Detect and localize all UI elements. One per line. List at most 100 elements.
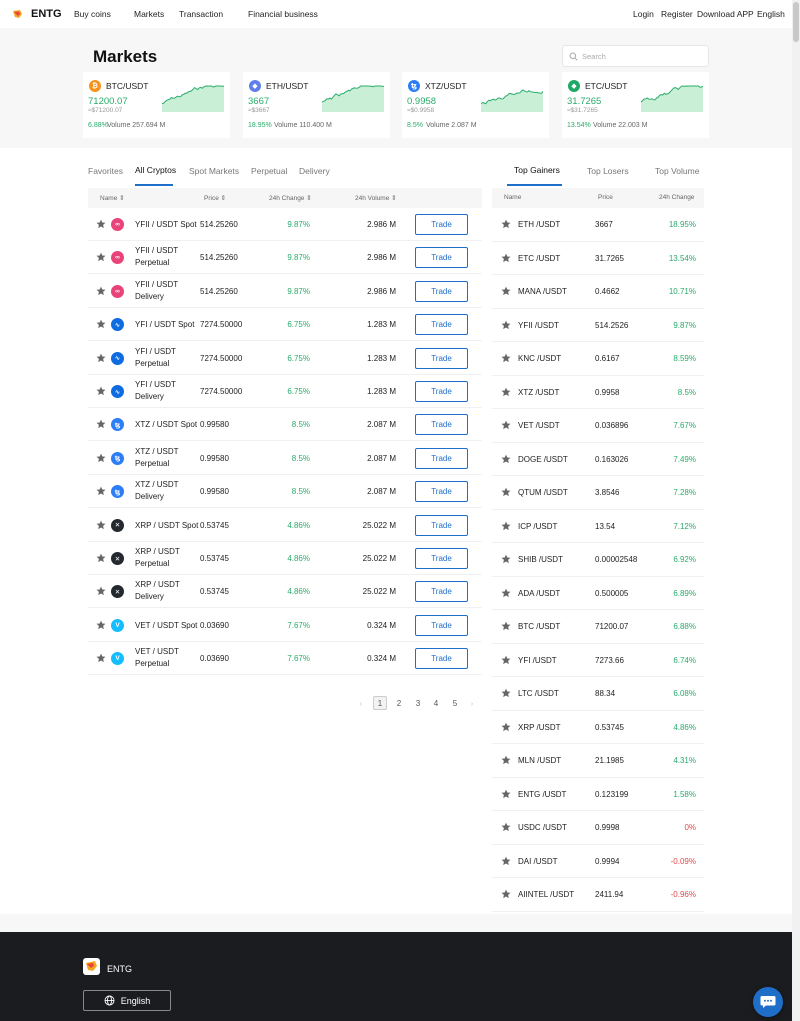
header-24h-volume[interactable]: 24h Volume ⇕ [355, 194, 397, 202]
header-price[interactable]: Price ⇕ [204, 194, 226, 202]
trade-button[interactable]: Trade [415, 548, 468, 569]
pagination-page-2[interactable]: 2 [392, 696, 406, 710]
trade-button[interactable]: Trade [415, 314, 468, 336]
favorite-star-icon[interactable] [96, 219, 106, 229]
pagination-next-icon[interactable]: › [468, 696, 476, 710]
favorite-star-icon[interactable] [501, 253, 511, 263]
gainer-row[interactable]: USDC /USDT 0.9998 0% [492, 811, 704, 845]
nav-download-app[interactable]: Download APP [697, 9, 754, 19]
favorite-star-icon[interactable] [96, 620, 106, 630]
favorite-star-icon[interactable] [501, 755, 511, 765]
entg-logo-icon[interactable] [12, 9, 23, 19]
favorite-star-icon[interactable] [96, 586, 106, 596]
trade-button[interactable]: Trade [415, 648, 468, 670]
market-name[interactable]: VET / USDT Spot [135, 620, 197, 632]
scrollbar-thumb[interactable] [793, 2, 799, 42]
gainer-row[interactable]: YFI /USDT 7273.66 6.74% [492, 644, 704, 677]
favorite-star-icon[interactable] [501, 521, 511, 531]
trade-button[interactable]: Trade [415, 280, 468, 302]
gainer-row[interactable]: DOGE /USDT 0.163026 7.49% [492, 443, 704, 476]
nav-login[interactable]: Login [633, 9, 654, 19]
tab-top-gainers[interactable]: Top Gainers [514, 165, 560, 175]
favorite-star-icon[interactable] [501, 286, 511, 296]
favorite-star-icon[interactable] [501, 688, 511, 698]
favorite-star-icon[interactable] [501, 789, 511, 799]
market-name[interactable]: XRP / USDT Delivery [135, 579, 195, 603]
pagination-prev-icon[interactable]: ‹ [357, 696, 365, 710]
favorite-star-icon[interactable] [96, 653, 106, 663]
pagination-page-1[interactable]: 1 [373, 696, 387, 710]
trade-button[interactable]: Trade [415, 414, 468, 436]
favorite-star-icon[interactable] [96, 286, 106, 296]
favorite-star-icon[interactable] [96, 453, 106, 463]
favorite-star-icon[interactable] [501, 621, 511, 631]
market-name[interactable]: XTZ / USDT Spot [135, 419, 197, 431]
gainer-row[interactable]: ADA /USDT 0.500005 6.89% [492, 577, 704, 610]
tab-favorites[interactable]: Favorites [88, 166, 123, 176]
favorite-star-icon[interactable] [501, 387, 511, 397]
gainer-row[interactable]: XTZ /USDT 0.9958 8.5% [492, 376, 704, 409]
tab-perpetual[interactable]: Perpetual [251, 166, 287, 176]
market-name[interactable]: YFII / USDT Perpetual [135, 245, 195, 269]
favorite-star-icon[interactable] [96, 319, 106, 329]
trade-button[interactable]: Trade [415, 447, 468, 469]
favorite-star-icon[interactable] [501, 856, 511, 866]
brand-name[interactable]: ENTG [31, 8, 62, 20]
favorite-star-icon[interactable] [96, 419, 106, 429]
gainer-row[interactable]: SHIB /USDT 0.00002548 6.92% [492, 543, 704, 577]
footer-language-button[interactable]: English [83, 990, 171, 1011]
gainer-row[interactable]: BTC /USDT 71200.07 6.88% [492, 610, 704, 644]
market-name[interactable]: XRP / USDT Perpetual [135, 546, 195, 570]
favorite-star-icon[interactable] [501, 353, 511, 363]
favorite-star-icon[interactable] [501, 219, 511, 229]
ticker-card[interactable]: ◆ ETH/USDT 3667 ≈$3667 18.95% Volume 110.400 … [243, 72, 390, 138]
market-name[interactable]: YFI / USDT Spot [135, 319, 194, 331]
market-name[interactable]: XTZ / USDT Perpetual [135, 446, 195, 470]
favorite-star-icon[interactable] [96, 553, 106, 563]
favorite-star-icon[interactable] [501, 722, 511, 732]
favorite-star-icon[interactable] [501, 320, 511, 330]
tab-delivery[interactable]: Delivery [299, 166, 330, 176]
gainer-row[interactable]: QTUM /USDT 3.8546 7.28% [492, 476, 704, 510]
nav-transaction[interactable]: Transaction [179, 9, 223, 19]
market-name[interactable]: YFII / USDT Spot [135, 219, 197, 231]
tab-spot-markets[interactable]: Spot Markets [189, 166, 239, 176]
header-name[interactable]: Name ⇕ [100, 194, 125, 202]
market-name[interactable]: YFII / USDT Delivery [135, 279, 195, 303]
trade-button[interactable]: Trade [415, 581, 468, 603]
favorite-star-icon[interactable] [501, 554, 511, 564]
trade-button[interactable]: Trade [415, 347, 468, 369]
gainer-row[interactable]: ETH /USDT 3667 18.95% [492, 208, 704, 242]
favorite-star-icon[interactable] [96, 486, 106, 496]
pagination-page-3[interactable]: 3 [411, 696, 425, 710]
nav-markets[interactable]: Markets [134, 9, 164, 19]
gainer-row[interactable]: AIINTEL /USDT 2411.94 -0.96% [492, 878, 704, 912]
favorite-star-icon[interactable] [501, 822, 511, 832]
ticker-card[interactable]: ꜩ XTZ/USDT 0.9958 ≈$0.9958 8.5% Volume 2.087 … [402, 72, 549, 138]
favorite-star-icon[interactable] [96, 252, 106, 262]
gainer-row[interactable]: MLN /USDT 21.1985 4.31% [492, 744, 704, 778]
gainer-row[interactable]: ICP /USDT 13.54 7.12% [492, 510, 704, 543]
market-name[interactable]: XRP / USDT Spot [135, 520, 198, 532]
header-24h-change[interactable]: 24h Change ⇕ [269, 194, 312, 202]
gainer-row[interactable]: ETC /USDT 31.7265 13.54% [492, 242, 704, 275]
favorite-star-icon[interactable] [96, 353, 106, 363]
favorite-star-icon[interactable] [501, 420, 511, 430]
gainer-row[interactable]: LTC /USDT 88.34 6.08% [492, 677, 704, 711]
market-name[interactable]: VET / USDT Perpetual [135, 646, 195, 670]
gainer-row[interactable]: VET /USDT 0.036896 7.67% [492, 409, 704, 443]
trade-button[interactable]: Trade [415, 214, 468, 235]
nav-buy-coins[interactable]: Buy coins [74, 9, 111, 19]
tab-all-cryptos[interactable]: All Cryptos [135, 165, 176, 175]
search-box[interactable] [562, 45, 709, 67]
ticker-card[interactable]: ◆ ETC/USDT 31.7265 ≈$31.7265 13.54% Volume 22… [562, 72, 709, 138]
nav-register[interactable]: Register [661, 9, 693, 19]
market-name[interactable]: XTZ / USDT Delivery [135, 479, 195, 503]
nav-financial-business[interactable]: Financial business [248, 9, 318, 19]
favorite-star-icon[interactable] [501, 655, 511, 665]
favorite-star-icon[interactable] [501, 889, 511, 899]
favorite-star-icon[interactable] [501, 454, 511, 464]
tab-top-volume[interactable]: Top Volume [655, 166, 699, 176]
chat-support-button[interactable] [753, 987, 783, 1017]
favorite-star-icon[interactable] [96, 520, 106, 530]
